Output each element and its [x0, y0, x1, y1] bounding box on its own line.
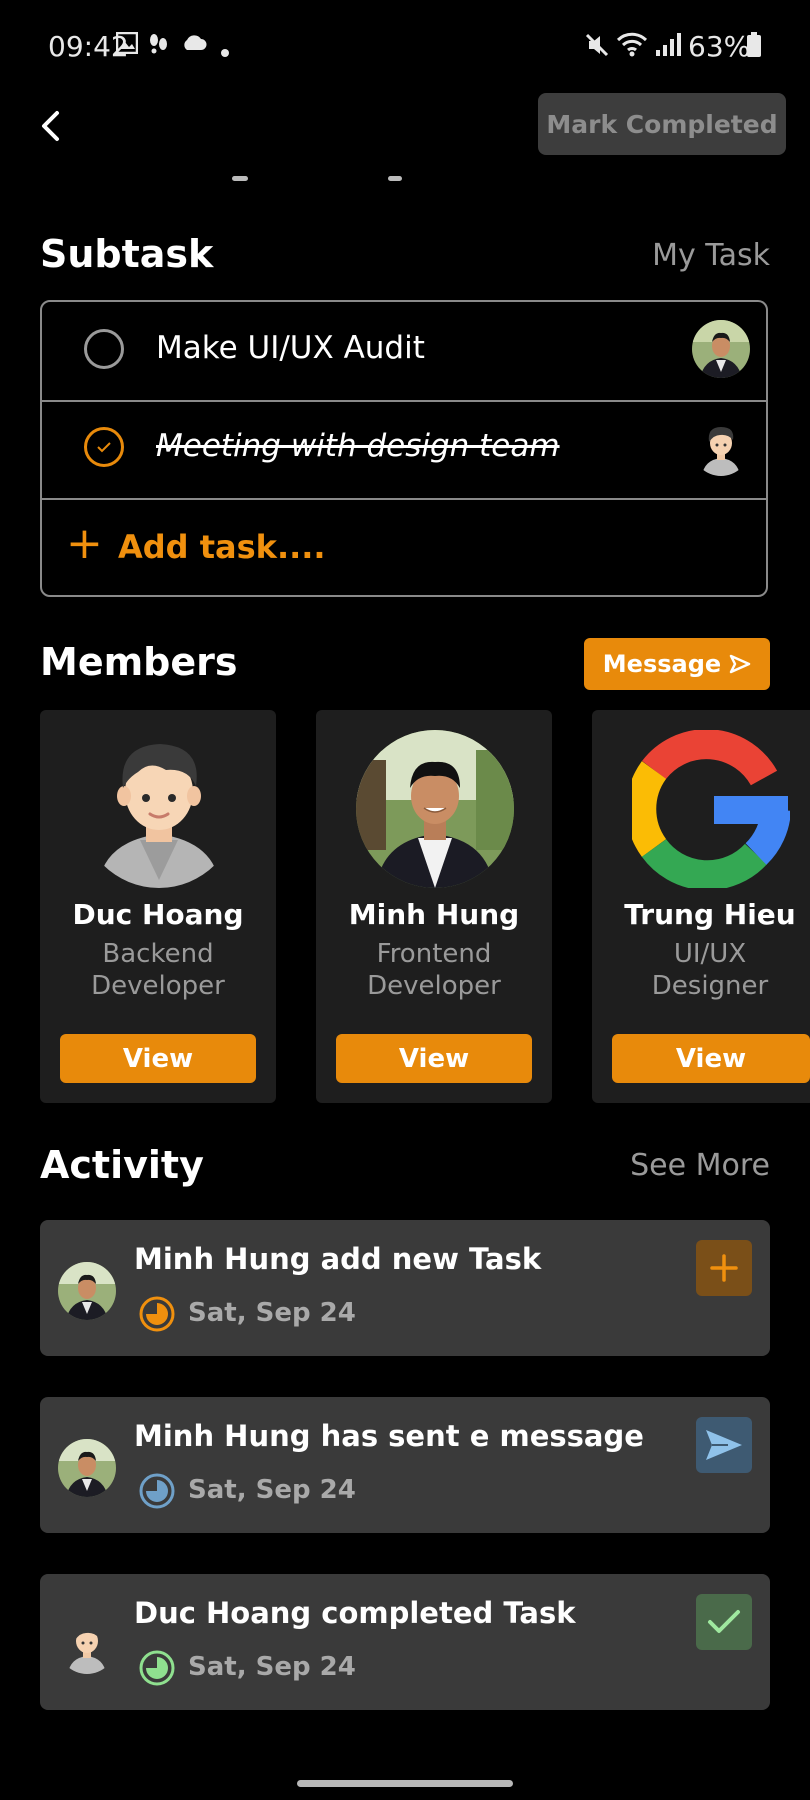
steps-icon — [148, 32, 170, 60]
activity-item[interactable]: Minh Hung add new Task Sat, Sep 24 — [40, 1220, 770, 1356]
battery-percent: 63% — [688, 30, 751, 63]
activity-item[interactable]: Duc Hoang completed Task Sat, Sep 24 — [40, 1574, 770, 1710]
notification-dot-icon — [220, 36, 230, 64]
activity-date: Sat, Sep 24 — [188, 1475, 356, 1505]
subtask-checkbox-checked[interactable] — [84, 427, 124, 467]
activity-date: Sat, Sep 24 — [188, 1298, 356, 1328]
subtask-item[interactable]: Meeting with design team — [42, 400, 766, 500]
add-task-button[interactable]: Add task.... — [118, 528, 326, 566]
member-role-line: Developer — [367, 971, 501, 1001]
message-button[interactable]: Message — [584, 638, 770, 690]
subtask-list: Make UI/UX Audit Meeting with design tea… — [40, 300, 768, 597]
send-icon — [696, 1417, 752, 1473]
subtask-item[interactable]: Make UI/UX Audit — [42, 302, 766, 402]
subtask-checkbox[interactable] — [84, 329, 124, 369]
gallery-icon — [115, 31, 139, 60]
plus-icon: + — [66, 518, 103, 569]
view-member-button[interactable]: View — [612, 1034, 810, 1083]
google-logo — [632, 730, 790, 888]
activity-date: Sat, Sep 24 — [188, 1652, 356, 1682]
member-name: Minh Hung — [348, 898, 520, 931]
avatar — [58, 1439, 116, 1497]
member-card: Trung Hieu UI/UX Designer View — [592, 710, 810, 1103]
mute-icon — [584, 32, 610, 60]
member-role: Backend Developer — [70, 938, 246, 1002]
activity-text: Duc Hoang completed Task — [134, 1596, 576, 1630]
member-avatar — [80, 730, 238, 888]
subtask-heading: Subtask — [40, 232, 214, 276]
subtask-label: Make UI/UX Audit — [156, 330, 425, 366]
battery-icon — [746, 32, 762, 60]
members-heading: Members — [40, 640, 238, 684]
home-indicator[interactable] — [297, 1780, 513, 1787]
check-icon — [97, 442, 111, 453]
clipped-text-fragment — [388, 176, 402, 181]
member-role: UI/UX Designer — [622, 938, 798, 1002]
member-role-line: Designer — [651, 971, 769, 1001]
member-avatar — [356, 730, 514, 888]
status-bar: 09:42 63% — [0, 0, 810, 90]
member-card: Minh Hung Frontend Developer View — [316, 710, 552, 1103]
activity-item[interactable]: Minh Hung has sent e message Sat, Sep 24 — [40, 1397, 770, 1533]
view-member-button[interactable]: View — [336, 1034, 532, 1083]
message-button-label: Message — [602, 650, 722, 678]
clock-icon — [138, 1649, 176, 1687]
member-name: Duc Hoang — [72, 898, 244, 931]
member-card: Duc Hoang Backend Developer View — [40, 710, 276, 1103]
back-button[interactable] — [28, 100, 72, 152]
avatar — [58, 1616, 116, 1674]
subtask-label: Meeting with design team — [156, 428, 560, 464]
see-more-link[interactable]: See More — [630, 1148, 770, 1183]
plus-icon — [696, 1240, 752, 1296]
avatar — [692, 418, 750, 476]
chevron-left-icon — [42, 111, 59, 141]
clock-icon — [138, 1472, 176, 1510]
member-role-line: Backend — [102, 939, 214, 969]
view-member-button[interactable]: View — [60, 1034, 256, 1083]
avatar — [692, 320, 750, 378]
send-icon — [729, 654, 751, 674]
clock-icon — [138, 1295, 176, 1333]
member-name: Trung Hieu — [624, 898, 796, 931]
add-task-row[interactable]: + Add task.... — [42, 498, 766, 595]
activity-text: Minh Hung has sent e message — [134, 1419, 644, 1453]
signal-icon — [654, 32, 682, 60]
member-role-line: UI/UX — [673, 939, 747, 969]
member-role-line: Developer — [91, 971, 225, 1001]
wifi-icon — [616, 32, 648, 60]
my-task-link[interactable]: My Task — [652, 238, 770, 273]
avatar — [58, 1262, 116, 1320]
check-icon — [696, 1594, 752, 1650]
member-role: Frontend Developer — [346, 938, 522, 1002]
mark-completed-button[interactable]: Mark Completed — [538, 93, 786, 155]
activity-heading: Activity — [40, 1143, 204, 1187]
clipped-text-fragment — [232, 176, 248, 181]
activity-text: Minh Hung add new Task — [134, 1242, 542, 1276]
cloud-icon — [180, 32, 208, 60]
member-role-line: Frontend — [376, 939, 492, 969]
